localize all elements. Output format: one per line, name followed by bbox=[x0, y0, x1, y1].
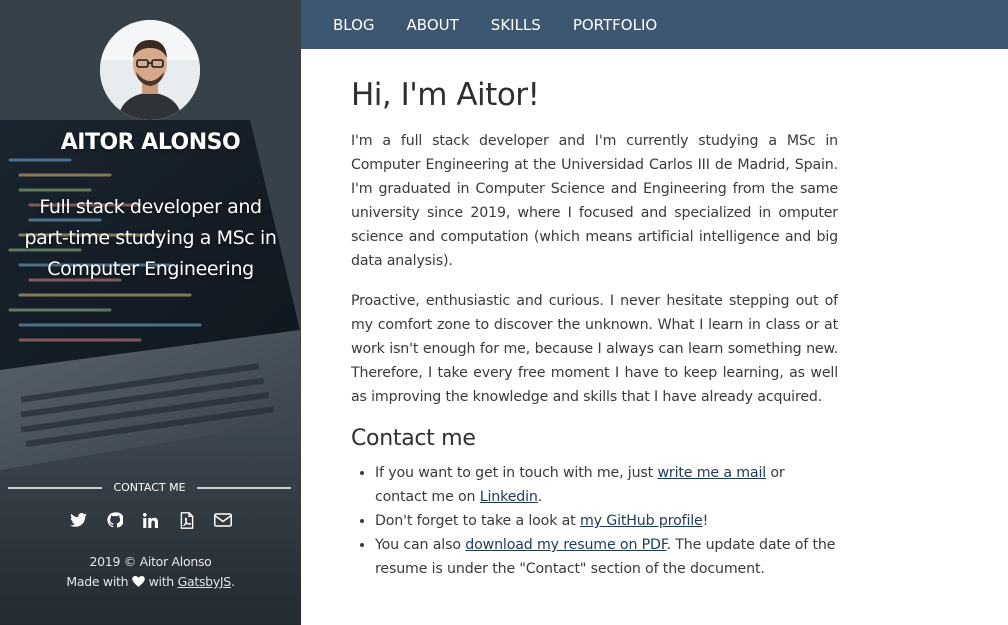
about-paragraph: Proactive, enthusiastic and curious. I n… bbox=[351, 293, 838, 405]
envelope-icon[interactable] bbox=[213, 510, 233, 530]
contact-item-text: ! bbox=[702, 513, 709, 529]
sidebar: AITOR ALONSO Full stack developer and pa… bbox=[0, 0, 301, 625]
mail-link[interactable]: write me a mail bbox=[657, 465, 766, 481]
github-profile-link[interactable]: my GitHub profile bbox=[580, 513, 703, 529]
heart-icon bbox=[132, 575, 145, 590]
contact-heading: Contact me bbox=[351, 426, 476, 451]
resume-pdf-link[interactable]: download my resume on PDF bbox=[465, 537, 666, 553]
page-title: Hi, I'm Aitor! bbox=[351, 77, 540, 113]
contact-item-text: If you want to get in touch with me, jus… bbox=[375, 465, 658, 481]
divider-line-right bbox=[197, 487, 291, 489]
social-links bbox=[0, 510, 301, 532]
list-item: Don't forget to take a look at my GitHub… bbox=[375, 509, 838, 533]
github-icon[interactable] bbox=[105, 510, 125, 530]
contact-item-text: Don't forget to take a look at bbox=[375, 513, 580, 529]
contact-divider: CONTACT ME bbox=[8, 480, 291, 496]
gatsby-link[interactable]: GatsbyJS bbox=[178, 574, 232, 589]
pdf-icon[interactable] bbox=[177, 510, 197, 530]
profile-name: AITOR ALONSO bbox=[60, 130, 241, 155]
footer-made-with: Made with with GatsbyJS. bbox=[0, 574, 301, 590]
avatar bbox=[100, 20, 200, 120]
intro-paragraph: I'm a full stack developer and I'm curre… bbox=[351, 133, 838, 269]
twitter-icon[interactable] bbox=[69, 510, 89, 530]
contact-item-text: . bbox=[537, 489, 543, 505]
contact-list: If you want to get in touch with me, jus… bbox=[351, 461, 838, 581]
list-item: You can also download my resume on PDF. … bbox=[375, 533, 838, 581]
profile-tagline: Full stack developer and part-time study… bbox=[24, 196, 277, 280]
nav-portfolio[interactable]: PORTFOLIO bbox=[573, 16, 657, 34]
footer-period: . bbox=[230, 574, 235, 589]
nav-about[interactable]: ABOUT bbox=[407, 16, 459, 34]
profile-photo bbox=[100, 20, 200, 120]
nav-blog[interactable]: BLOG bbox=[333, 16, 375, 34]
contact-item-text: You can also bbox=[375, 537, 466, 553]
top-navigation: BLOG ABOUT SKILLS PORTFOLIO bbox=[301, 0, 1008, 49]
nav-skills[interactable]: SKILLS bbox=[491, 16, 541, 34]
list-item: If you want to get in touch with me, jus… bbox=[375, 461, 838, 509]
footer-made-prefix: Made with bbox=[66, 574, 129, 589]
linkedin-link[interactable]: Linkedin bbox=[480, 489, 538, 505]
footer-with: with bbox=[148, 574, 175, 589]
main-content: Hi, I'm Aitor! I'm a full stack develope… bbox=[351, 76, 838, 581]
footer-copyright: 2019 © Aitor Alonso bbox=[89, 554, 212, 569]
linkedin-icon[interactable] bbox=[141, 510, 161, 530]
